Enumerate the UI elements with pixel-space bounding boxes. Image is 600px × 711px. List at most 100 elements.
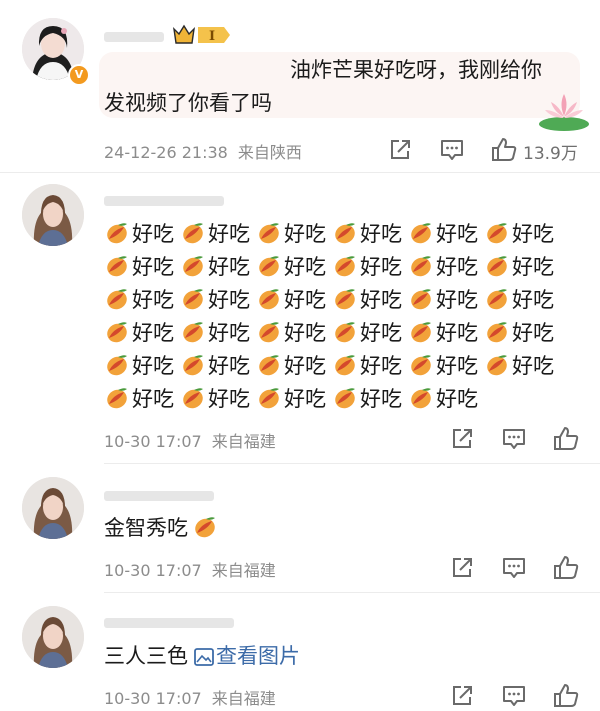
mango-emoji <box>335 256 355 277</box>
mango-emoji <box>411 223 431 244</box>
grid-word: 好吃 <box>512 255 554 279</box>
mango-emoji <box>183 322 203 343</box>
share-icon[interactable] <box>448 554 476 582</box>
mango-emoji <box>107 289 127 310</box>
view-image-label: 查看图片 <box>216 644 300 668</box>
image-icon <box>194 648 214 666</box>
mango-emoji <box>411 256 431 277</box>
grid-word: 好吃 <box>512 321 554 345</box>
like-icon[interactable] <box>490 136 518 164</box>
comment-date: 10-30 17:07 <box>104 561 202 580</box>
comment-location: 来自福建 <box>211 561 276 580</box>
mango-emoji <box>335 289 355 310</box>
mango-emoji <box>259 256 279 277</box>
like-count: 13.9万 <box>523 144 578 164</box>
mango-emoji <box>411 322 431 343</box>
grid-word: 好吃 <box>360 321 402 345</box>
comment-text: 金智秀吃 <box>104 512 220 545</box>
grid-word: 好吃 <box>436 354 478 378</box>
grid-word: 好吃 <box>436 321 478 345</box>
grid-word: 好吃 <box>132 321 174 345</box>
grid-word: 好吃 <box>208 288 250 312</box>
emoji-row: 好吃 好吃 好吃 好吃 好吃 好吃 <box>104 350 584 383</box>
username-redacted[interactable] <box>104 612 234 630</box>
comment-2: 好吃 好吃 好吃 好吃 好吃 好吃 好吃 好吃 好吃 好吃 好吃 好吃 好吃 好吃 好吃 好吃 好吃 好吃 好吃 好吃… <box>0 172 600 462</box>
grid-word: 好吃 <box>360 288 402 312</box>
comment-1: V I 油炸芒果好吃呀，我刚给你 发视频了你看了吗 24-12-26 21:38… <box>0 0 600 170</box>
comment-3: 金智秀吃 10-30 17:07 来自福建 <box>0 463 600 591</box>
comment-text-line1: 油炸芒果好吃呀，我刚给你 <box>290 58 542 82</box>
grid-word: 好吃 <box>512 288 554 312</box>
grid-word: 好吃 <box>208 387 250 411</box>
grid-word: 好吃 <box>132 222 174 246</box>
grid-word: 好吃 <box>360 222 402 246</box>
share-icon[interactable] <box>386 136 414 164</box>
mango-emoji <box>183 289 203 310</box>
comment-actions <box>448 554 588 582</box>
comment-meta: 10-30 17:07 来自福建 <box>104 557 286 581</box>
emoji-grid: 好吃 好吃 好吃 好吃 好吃 好吃 好吃 好吃 好吃 好吃 好吃 好吃 好吃 好吃 好吃 好吃 好吃 好吃 好吃 好吃… <box>104 218 584 416</box>
grid-word: 好吃 <box>132 255 174 279</box>
comment-text-line2: 发视频了你看了吗 <box>104 91 272 115</box>
mango-emoji <box>487 322 507 343</box>
comment-date: 24-12-26 21:38 <box>104 143 228 162</box>
grid-word: 好吃 <box>284 321 326 345</box>
grid-word: 好吃 <box>208 321 250 345</box>
mango-emoji <box>335 388 355 409</box>
grid-word: 好吃 <box>208 255 250 279</box>
comment-text: 三人三色 查看图片 <box>104 640 300 673</box>
comment-actions: 13.9万 <box>386 136 586 164</box>
grid-word: 好吃 <box>436 222 478 246</box>
avatar[interactable] <box>22 606 84 668</box>
grid-word: 好吃 <box>132 387 174 411</box>
comment-icon[interactable] <box>500 682 528 710</box>
grid-word: 好吃 <box>208 354 250 378</box>
comment-icon[interactable] <box>500 554 528 582</box>
avatar[interactable] <box>22 477 84 539</box>
mango-emoji <box>335 223 355 244</box>
username-redacted[interactable] <box>104 190 224 208</box>
mango-emoji <box>335 322 355 343</box>
avatar[interactable] <box>22 184 84 246</box>
comment-meta: 10-30 17:07 来自福建 <box>104 428 286 452</box>
mango-emoji <box>259 388 279 409</box>
grid-word: 好吃 <box>360 255 402 279</box>
comment-icon[interactable] <box>500 425 528 453</box>
like-icon[interactable] <box>552 554 580 582</box>
grid-word: 好吃 <box>360 354 402 378</box>
share-icon[interactable] <box>448 425 476 453</box>
verified-badge: V <box>68 64 90 86</box>
emoji-row: 好吃 好吃 好吃 好吃 好吃 <box>104 383 584 416</box>
comment-actions <box>448 425 588 453</box>
comment-icon[interactable] <box>438 136 466 164</box>
comment-date: 10-30 17:07 <box>104 689 202 708</box>
grid-word: 好吃 <box>132 354 174 378</box>
mango-emoji <box>107 355 127 376</box>
comment-location: 来自福建 <box>211 689 276 708</box>
like-icon[interactable] <box>552 425 580 453</box>
grid-word: 好吃 <box>284 255 326 279</box>
mango-emoji <box>411 289 431 310</box>
view-image-link[interactable]: 查看图片 <box>188 644 300 668</box>
username-redacted[interactable] <box>104 26 164 44</box>
grid-word: 好吃 <box>284 222 326 246</box>
username-redacted[interactable] <box>104 485 214 503</box>
mango-emoji <box>183 223 203 244</box>
grid-word: 好吃 <box>284 354 326 378</box>
comment-meta: 10-30 17:07 来自福建 <box>104 685 286 709</box>
comment-location: 来自福建 <box>211 432 276 451</box>
grid-word: 好吃 <box>436 387 478 411</box>
grid-word: 好吃 <box>436 288 478 312</box>
grid-word: 好吃 <box>360 387 402 411</box>
comment-text-content: 金智秀吃 <box>104 516 188 540</box>
mango-emoji <box>259 355 279 376</box>
mango-emoji <box>107 223 127 244</box>
grid-word: 好吃 <box>284 387 326 411</box>
share-icon[interactable] <box>448 682 476 710</box>
emoji-row: 好吃 好吃 好吃 好吃 好吃 好吃 <box>104 284 584 317</box>
comment-meta: 24-12-26 21:38 来自陕西 <box>104 139 312 163</box>
like-icon[interactable] <box>552 682 580 710</box>
mango-emoji <box>487 256 507 277</box>
mango-emoji <box>195 517 215 538</box>
mango-emoji <box>183 355 203 376</box>
